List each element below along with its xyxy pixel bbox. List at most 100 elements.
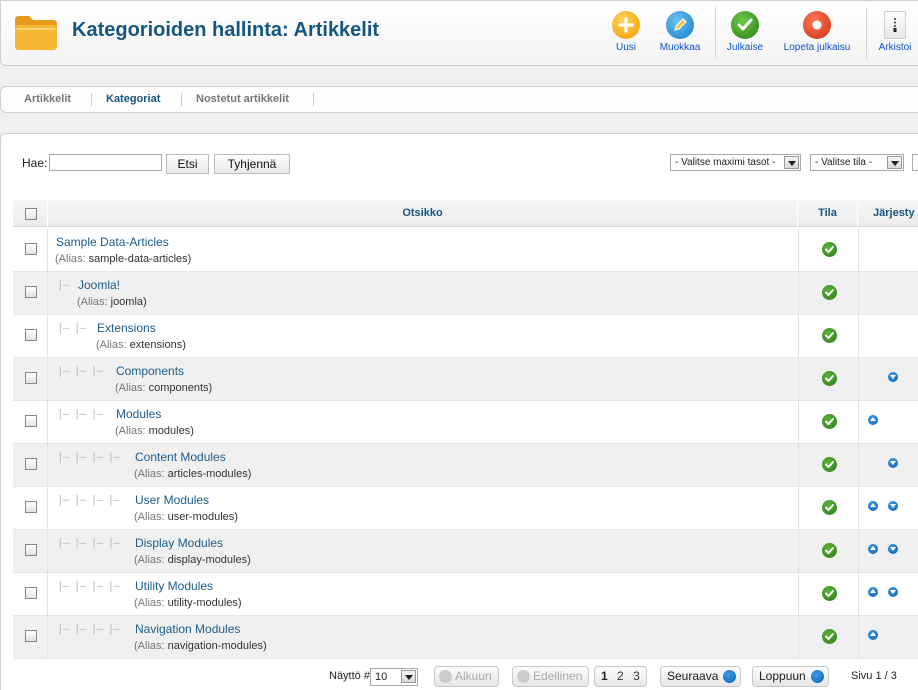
column-divider bbox=[798, 272, 799, 315]
edit-label: Muokkaa bbox=[659, 42, 701, 53]
new-button[interactable]: Uusi bbox=[612, 11, 640, 53]
column-title[interactable]: Otsikko bbox=[47, 200, 798, 227]
row-checkbox[interactable] bbox=[25, 501, 37, 513]
submenu-divider bbox=[91, 93, 92, 106]
alias-value: components) bbox=[148, 382, 213, 394]
move-down-icon[interactable] bbox=[888, 501, 898, 511]
published-check-icon[interactable] bbox=[822, 586, 837, 601]
state-select[interactable]: - Valitse tila - bbox=[810, 154, 904, 171]
move-down-icon[interactable] bbox=[888, 544, 898, 554]
page-link-2[interactable]: 2 bbox=[617, 669, 624, 683]
published-check-icon[interactable] bbox=[822, 629, 837, 644]
category-title-link[interactable]: Content Modules bbox=[135, 450, 226, 464]
category-title-link[interactable]: Components bbox=[116, 364, 184, 378]
column-divider bbox=[858, 315, 859, 358]
previous-label: Edellinen bbox=[533, 669, 583, 683]
table-row: |— |— |— Components (Alias: components) bbox=[13, 358, 918, 401]
move-up-icon[interactable] bbox=[868, 544, 878, 554]
page-link-3[interactable]: 3 bbox=[633, 669, 640, 683]
unpublish-button[interactable]: Lopeta julkaisu bbox=[780, 11, 854, 53]
end-button[interactable]: Loppuun bbox=[752, 666, 829, 687]
archive-label: Arkistoi bbox=[878, 42, 912, 53]
category-title-link[interactable]: Utility Modules bbox=[135, 579, 213, 593]
published-check-icon[interactable] bbox=[822, 414, 837, 429]
submenu-item-articles[interactable]: Artikkelit bbox=[24, 93, 71, 105]
category-alias: (Alias: sample-data-articles) bbox=[55, 253, 191, 265]
published-check-icon[interactable] bbox=[822, 242, 837, 257]
move-down-icon[interactable] bbox=[888, 587, 898, 597]
column-divider bbox=[858, 229, 859, 272]
row-checkbox[interactable] bbox=[25, 372, 37, 384]
row-checkbox[interactable] bbox=[25, 329, 37, 341]
move-down-icon[interactable] bbox=[888, 372, 898, 382]
column-status[interactable]: Tila bbox=[798, 200, 858, 227]
column-divider bbox=[798, 444, 799, 487]
column-divider bbox=[798, 530, 799, 573]
row-checkbox[interactable] bbox=[25, 415, 37, 427]
search-button[interactable]: Etsi bbox=[166, 154, 209, 174]
published-check-icon[interactable] bbox=[822, 457, 837, 472]
published-check-icon[interactable] bbox=[822, 285, 837, 300]
row-checkbox[interactable] bbox=[25, 630, 37, 642]
row-checkbox[interactable] bbox=[25, 286, 37, 298]
next-button[interactable]: Seuraava bbox=[660, 666, 742, 687]
submenu-divider bbox=[313, 93, 314, 106]
category-title-link[interactable]: Navigation Modules bbox=[135, 622, 240, 636]
category-alias: (Alias: extensions) bbox=[96, 339, 186, 351]
move-down-icon[interactable] bbox=[888, 458, 898, 468]
published-check-icon[interactable] bbox=[822, 328, 837, 343]
category-alias: (Alias: utility-modules) bbox=[134, 597, 242, 609]
category-alias: (Alias: display-modules) bbox=[134, 554, 251, 566]
page-title: Kategorioiden hallinta: Artikkelit bbox=[72, 19, 380, 41]
extra-select[interactable] bbox=[912, 154, 918, 171]
tree-indent: |— |— bbox=[57, 321, 86, 334]
submenu-item-categories[interactable]: Kategoriat bbox=[106, 93, 160, 105]
clear-button[interactable]: Tyhjennä bbox=[214, 154, 290, 174]
published-check-icon[interactable] bbox=[822, 500, 837, 515]
move-up-icon[interactable] bbox=[868, 415, 878, 425]
start-button[interactable]: Alkuun bbox=[434, 666, 499, 687]
submenu-item-featured[interactable]: Nostetut artikkelit bbox=[196, 93, 289, 105]
published-check-icon[interactable] bbox=[822, 543, 837, 558]
column-divider bbox=[798, 229, 799, 272]
publish-button[interactable]: Julkaise bbox=[723, 11, 767, 53]
column-divider bbox=[47, 444, 48, 487]
category-title-link[interactable]: User Modules bbox=[135, 493, 209, 507]
toolbar: Kategorioiden hallinta: Artikkelit Uusi … bbox=[0, 0, 918, 66]
page-link-1[interactable]: 1 bbox=[601, 669, 608, 683]
row-checkbox[interactable] bbox=[25, 544, 37, 556]
publish-label: Julkaise bbox=[726, 42, 764, 53]
select-all-checkbox[interactable] bbox=[25, 208, 37, 220]
display-select[interactable]: 10 bbox=[370, 668, 418, 686]
move-up-icon[interactable] bbox=[868, 501, 878, 511]
alias-label: (Alias: bbox=[134, 597, 165, 609]
max-levels-select[interactable]: - Valitse maximi tasot - bbox=[670, 154, 801, 171]
row-checkbox[interactable] bbox=[25, 243, 37, 255]
row-checkbox[interactable] bbox=[25, 587, 37, 599]
table-row: |— |— Extensions (Alias: extensions) bbox=[13, 315, 918, 358]
column-divider bbox=[47, 315, 48, 358]
category-title-link[interactable]: Modules bbox=[116, 407, 161, 421]
alias-value: utility-modules) bbox=[167, 597, 242, 609]
category-title-link[interactable]: Joomla! bbox=[78, 278, 120, 292]
arrow-right-icon bbox=[723, 670, 737, 683]
column-divider bbox=[47, 616, 48, 659]
search-input[interactable] bbox=[49, 154, 162, 171]
archive-button[interactable]: Arkistoi bbox=[875, 11, 915, 53]
edit-button[interactable]: Muokkaa bbox=[657, 11, 703, 53]
category-title-link[interactable]: Extensions bbox=[97, 321, 156, 335]
column-ordering[interactable]: Järjesty bbox=[858, 200, 918, 227]
display-value: 10 bbox=[375, 671, 388, 683]
category-title-link[interactable]: Sample Data-Articles bbox=[56, 235, 169, 249]
alias-label: (Alias: bbox=[115, 425, 146, 437]
published-check-icon[interactable] bbox=[822, 371, 837, 386]
move-up-icon[interactable] bbox=[868, 587, 878, 597]
category-alias: (Alias: modules) bbox=[115, 425, 194, 437]
category-title-link[interactable]: Display Modules bbox=[135, 536, 223, 550]
row-checkbox[interactable] bbox=[25, 458, 37, 470]
previous-button[interactable]: Edellinen bbox=[512, 666, 590, 687]
alias-value: sample-data-articles) bbox=[88, 253, 192, 265]
chevron-down-icon bbox=[401, 670, 416, 683]
move-up-icon[interactable] bbox=[868, 630, 878, 640]
tree-indent: |— |— |— |— bbox=[57, 622, 120, 635]
